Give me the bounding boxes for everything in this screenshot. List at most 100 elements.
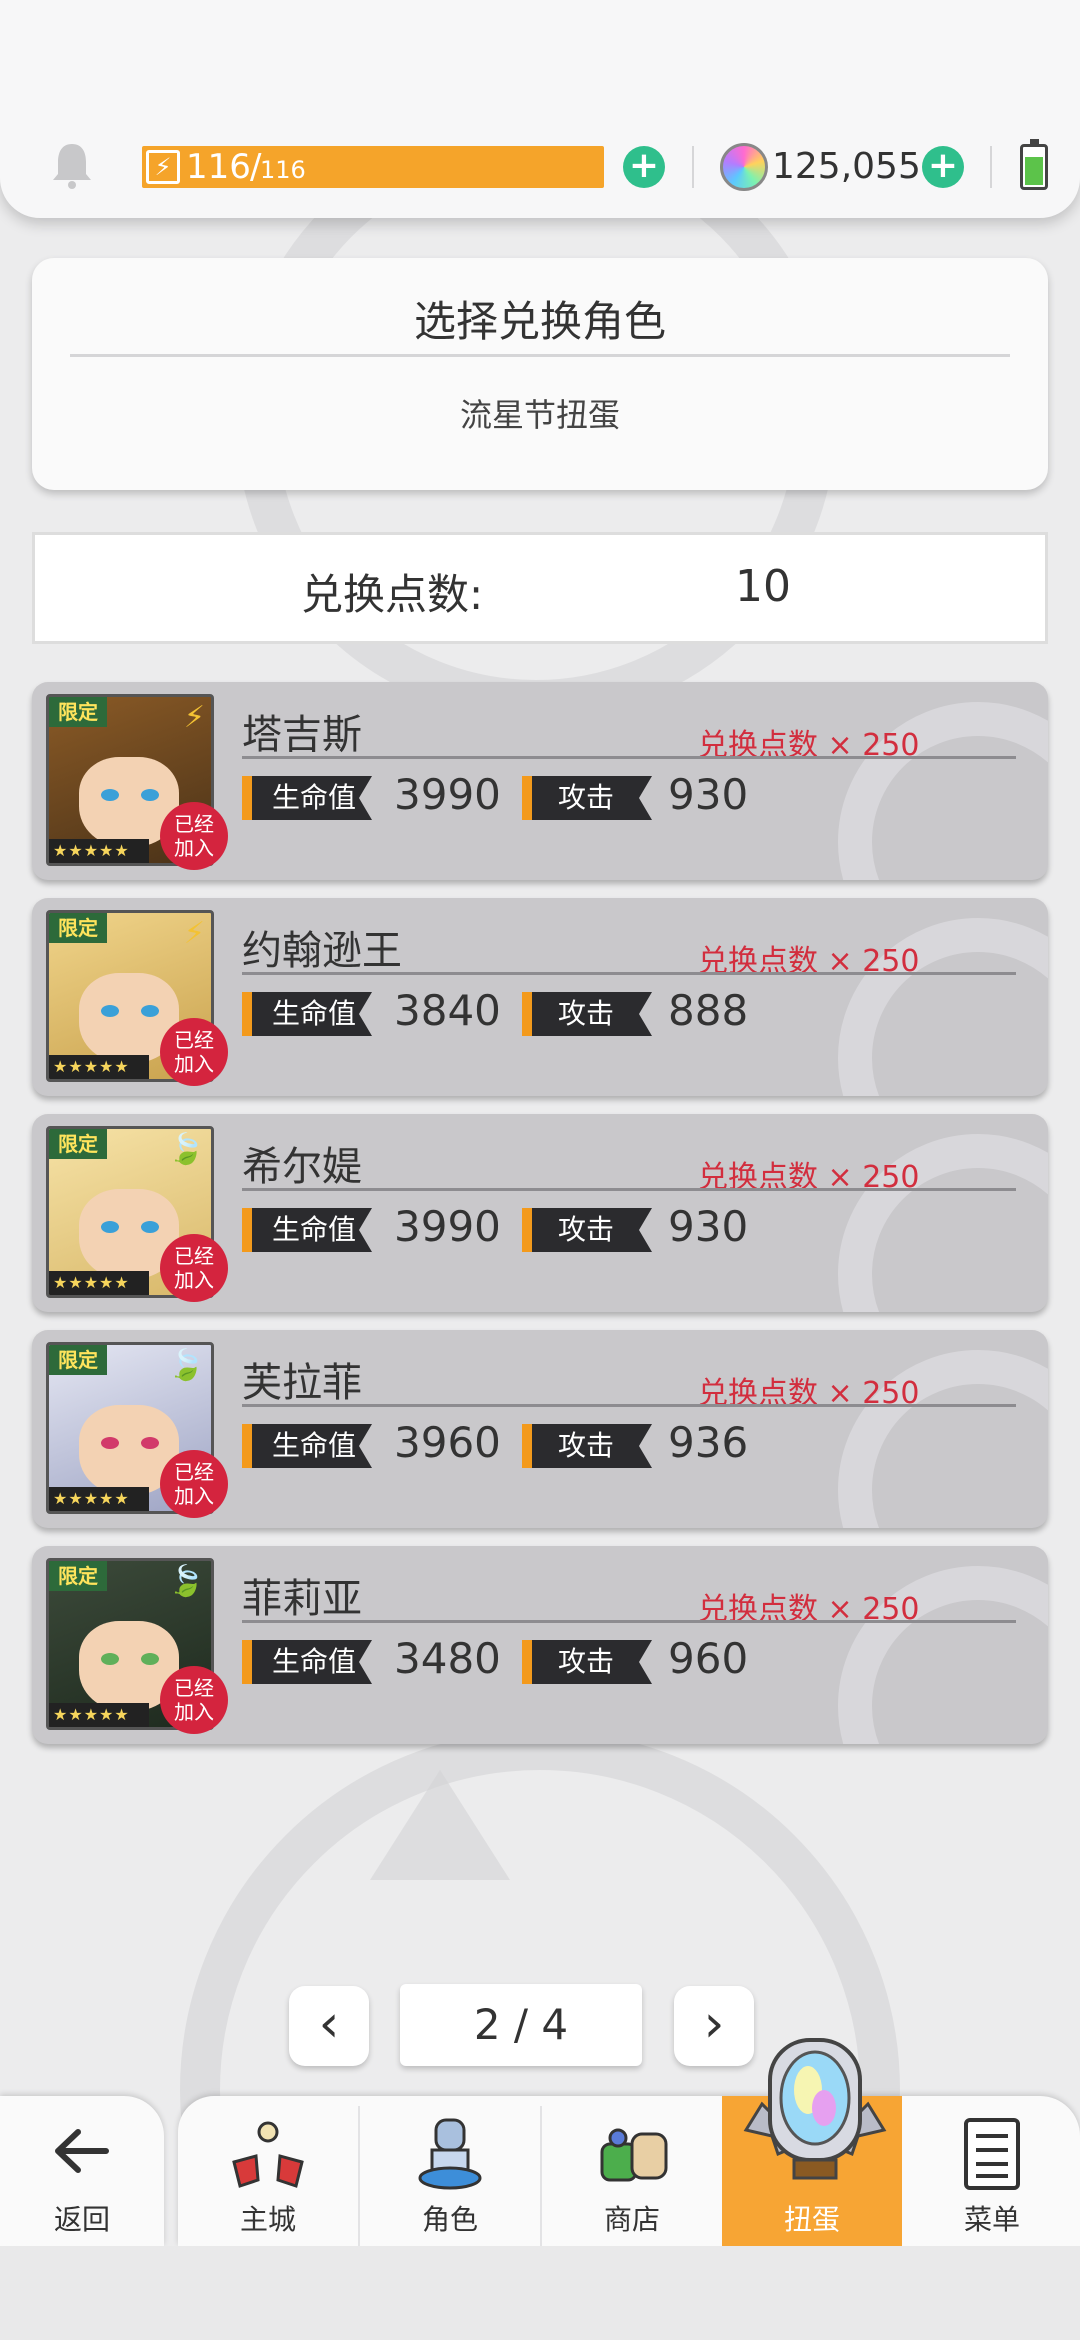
- stamina-current: 116: [186, 147, 251, 187]
- rarity-stars: ★★★★★: [49, 1487, 149, 1511]
- character-row[interactable]: 限定 🍃 ★★★★★ 已经 加入 希尔媞 兑换点数 × 250 生命值 3990 …: [32, 1114, 1048, 1312]
- limited-badge: 限定: [49, 1345, 107, 1375]
- attack-value: 930: [668, 770, 749, 819]
- nav-label: 商店: [603, 2203, 660, 2236]
- limited-badge: 限定: [49, 913, 107, 943]
- attack-value: 930: [668, 1202, 749, 1251]
- divider: [692, 146, 694, 188]
- character-name: 塔吉斯: [242, 712, 362, 758]
- joined-text: 已经 加入: [174, 1460, 214, 1508]
- portrait-eye: [101, 1005, 119, 1017]
- menu-list-icon: [964, 2118, 1020, 2190]
- character-name: 芙拉菲: [242, 1360, 362, 1406]
- portrait-eye: [141, 1653, 159, 1665]
- attack-value: 936: [668, 1418, 749, 1467]
- page-indicator: 2 / 4: [400, 1984, 642, 2066]
- page-title: 选择兑换角色: [413, 297, 666, 346]
- add-stamina-button[interactable]: +: [623, 146, 665, 188]
- nav-label: 角色: [421, 2203, 478, 2236]
- rarity-stars: ★★★★★: [49, 1703, 149, 1727]
- nav-label: 扭蛋: [783, 2203, 840, 2236]
- portrait-eye: [101, 1221, 119, 1233]
- attack-label: 攻击: [522, 1424, 652, 1468]
- hp-label: 生命值: [242, 992, 372, 1036]
- joined-badge: 已经 加入: [160, 802, 228, 870]
- status-bar: ⚡ 116 / 116 + 125,055 +: [0, 0, 1080, 218]
- limited-badge: 限定: [49, 1561, 107, 1591]
- joined-badge: 已经 加入: [160, 1450, 228, 1518]
- bottom-strip: [0, 2246, 1080, 2340]
- hp-value: 3480: [394, 1634, 501, 1683]
- character-row[interactable]: 限定 ⚡ ★★★★★ 已经 加入 约翰逊王 兑换点数 × 250 生命值 3840…: [32, 898, 1048, 1096]
- joined-badge: 已经 加入: [160, 1666, 228, 1734]
- gacha-crystal-icon: [743, 2038, 887, 2180]
- limited-badge: 限定: [49, 697, 107, 727]
- attack-label: 攻击: [522, 1208, 652, 1252]
- portrait-eye: [101, 1437, 119, 1449]
- joined-text: 已经 加入: [174, 812, 214, 860]
- character-name: 菲莉亚: [242, 1576, 362, 1622]
- prev-page-button[interactable]: ‹: [289, 1986, 369, 2066]
- character-row[interactable]: 限定 🍃 ★★★★★ 已经 加入 菲莉亚 兑换点数 × 250 生命值 3480 …: [32, 1546, 1048, 1744]
- character-name: 希尔媞: [242, 1144, 362, 1190]
- nav-tabs: 主城 角色 商店 扭蛋 菜单: [178, 2096, 1080, 2246]
- attack-value: 960: [668, 1634, 749, 1683]
- nav-label: 主城: [239, 2203, 296, 2236]
- portrait-eye: [101, 1653, 119, 1665]
- rarity-stars: ★★★★★: [49, 839, 149, 863]
- leaf-icon: 🍃: [167, 1348, 205, 1383]
- hp-label: 生命值: [242, 1208, 372, 1252]
- name-divider: [242, 756, 1016, 759]
- nav-main-city[interactable]: 主城: [178, 2096, 358, 2246]
- attack-label: 攻击: [522, 776, 652, 820]
- nav-shop[interactable]: 商店: [542, 2096, 722, 2246]
- portrait-eye: [141, 1005, 159, 1017]
- portrait-eye: [141, 789, 159, 801]
- divider: [990, 146, 992, 188]
- nav-characters[interactable]: 角色: [360, 2096, 540, 2246]
- character-row[interactable]: 限定 ⚡ ★★★★★ 已经 加入 塔吉斯 兑换点数 × 250 生命值 3990 …: [32, 682, 1048, 880]
- limited-badge: 限定: [49, 1129, 107, 1159]
- joined-text: 已经 加入: [174, 1028, 214, 1076]
- back-label: 返回: [53, 2203, 110, 2236]
- add-gems-button[interactable]: +: [922, 146, 964, 188]
- nav-menu[interactable]: 菜单: [902, 2096, 1080, 2246]
- background-wedge: [370, 1770, 510, 1880]
- shop-bag-icon: [600, 2128, 668, 2182]
- character-row[interactable]: 限定 🍃 ★★★★★ 已经 加入 芙拉菲 兑换点数 × 250 生命值 3960 …: [32, 1330, 1048, 1528]
- exchange-points-panel: 兑换点数: 10: [32, 532, 1048, 644]
- attack-label: 攻击: [522, 992, 652, 1036]
- portrait-eye: [141, 1221, 159, 1233]
- attack-label: 攻击: [522, 1640, 652, 1684]
- hp-value: 3990: [394, 1202, 501, 1251]
- stamina-max: 116: [260, 156, 306, 184]
- leaf-icon: 🍃: [167, 1564, 205, 1599]
- leaf-icon: 🍃: [167, 1132, 205, 1167]
- bell-icon[interactable]: [50, 140, 94, 190]
- hp-label: 生命值: [242, 776, 372, 820]
- name-divider: [242, 972, 1016, 975]
- rarity-stars: ★★★★★: [49, 1271, 149, 1295]
- joined-text: 已经 加入: [174, 1244, 214, 1292]
- gem-icon: [720, 143, 768, 191]
- lightning-icon: ⚡: [183, 916, 205, 951]
- character-icon: [418, 2118, 482, 2190]
- banner-name: 流星节扭蛋: [459, 396, 620, 434]
- portrait-eye: [141, 1437, 159, 1449]
- title-card: 选择兑换角色 流星节扭蛋: [32, 258, 1048, 490]
- title-divider: [70, 354, 1010, 357]
- hp-value: 3840: [394, 986, 501, 1035]
- back-button[interactable]: 返回: [0, 2096, 164, 2246]
- nav-label: 菜单: [963, 2203, 1020, 2236]
- name-divider: [242, 1188, 1016, 1191]
- name-divider: [242, 1404, 1016, 1407]
- gem-count: 125,055: [772, 146, 921, 187]
- joined-badge: 已经 加入: [160, 1234, 228, 1302]
- exchange-points-value: 10: [735, 561, 791, 612]
- hp-value: 3960: [394, 1418, 501, 1467]
- attack-value: 888: [668, 986, 749, 1035]
- stamina-bolt-icon: ⚡: [146, 150, 180, 184]
- lightning-icon: ⚡: [183, 700, 205, 735]
- name-divider: [242, 1620, 1016, 1623]
- bottom-navigation: 返回 主城 角色 商店 扭蛋 菜单: [0, 2096, 1080, 2246]
